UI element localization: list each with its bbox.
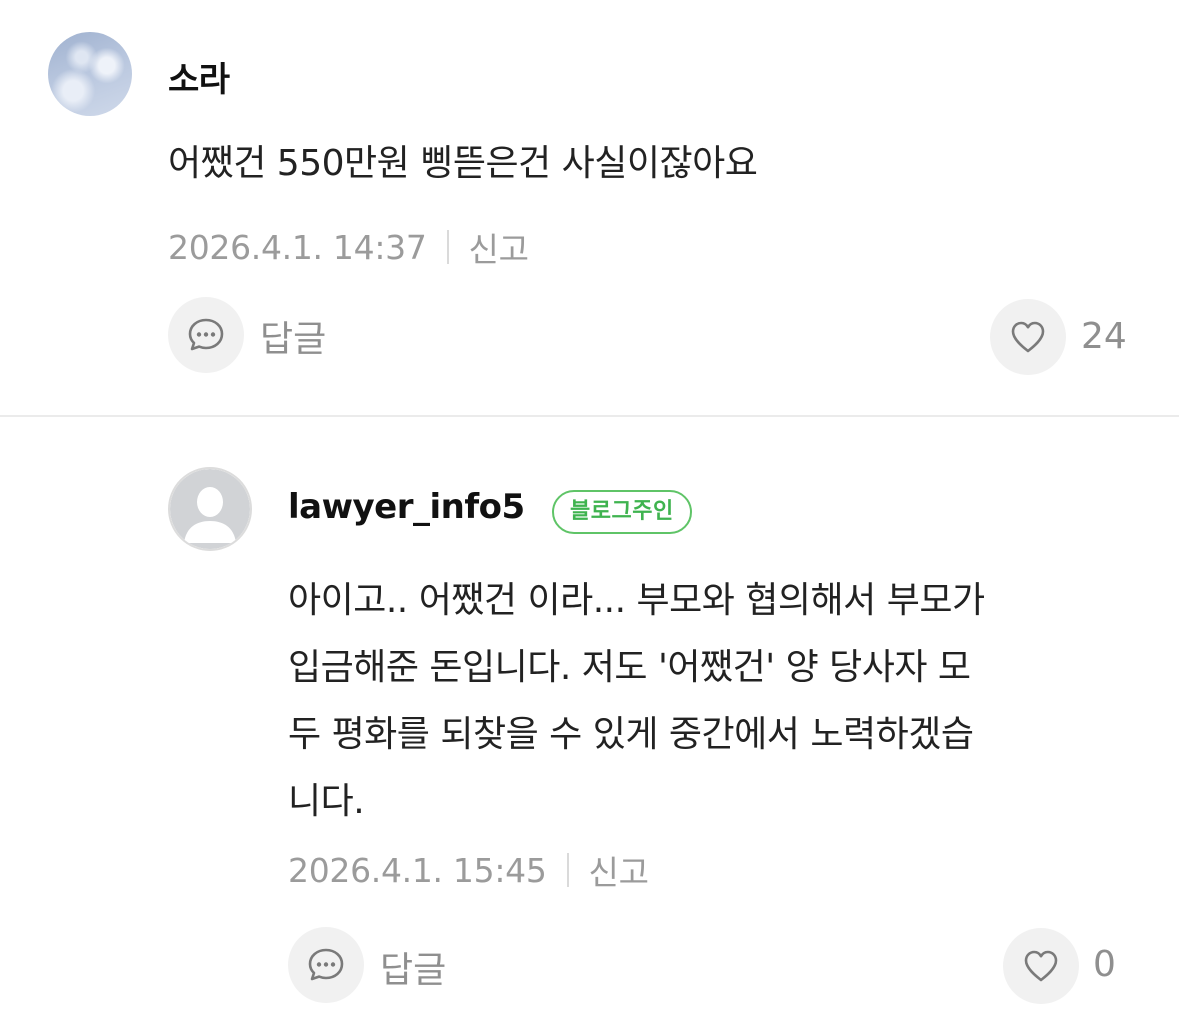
like-count: 0 [1093,944,1116,985]
meta-divider [446,230,449,264]
comment-list: 소라 어쨌건 550만원 삥뜯은건 사실이잖아요 2026.4.1. 14:37… [0,0,1179,1019]
like-count: 24 [1081,316,1127,357]
reply-button[interactable] [288,927,364,1003]
report-link[interactable]: 신고 [469,223,529,271]
heart-icon [1011,321,1045,353]
comment-text-line: 어쨌건 550만원 삥뜯은건 사실이잖아요 [168,143,758,184]
comment-text: 어쨌건 550만원 삥뜯은건 사실이잖아요 [168,130,758,197]
comment-timestamp: 2026.4.1. 15:45 [288,850,547,890]
comment-nickname[interactable]: lawyer_info5 [288,487,525,527]
heart-icon [1024,950,1058,982]
comment-text: 아이고.. 어쨌건 이라... 부모와 협의해서 부모가 입금해준 돈입니다. … [288,567,985,835]
reply-item: lawyer_info5 블로그주인 아이고.. 어쨌건 이라... 부모와 협… [0,417,1179,1019]
meta-divider [566,853,569,887]
default-user-icon [170,469,250,549]
comment-nickname[interactable]: 소라 [168,52,230,101]
blog-owner-badge: 블로그주인 [552,490,692,534]
like-button[interactable] [1003,928,1079,1004]
comment-meta: 2026.4.1. 15:45 신고 [288,845,649,895]
like-button[interactable] [990,299,1066,375]
comment-text-line: 아이고.. 어쨌건 이라... 부모와 협의해서 부모가 [288,580,985,621]
report-link[interactable]: 신고 [589,846,649,894]
comment-text-line: 입금해준 돈입니다. 저도 '어쨌건' 양 당사자 모 [288,647,971,688]
avatar[interactable] [168,467,252,551]
reply-label[interactable]: 답글 [260,310,326,362]
comment-timestamp: 2026.4.1. 14:37 [168,227,427,267]
speech-bubble-icon [188,318,224,351]
speech-bubble-icon [308,948,344,981]
comment-item: 소라 어쨌건 550만원 삥뜯은건 사실이잖아요 2026.4.1. 14:37… [0,0,1179,415]
avatar[interactable] [48,32,132,116]
comment-text-line: 니다. [288,781,365,822]
comment-text-line: 두 평화를 되찾을 수 있게 중간에서 노력하겠습 [288,714,974,755]
comment-meta: 2026.4.1. 14:37 신고 [168,222,529,272]
reply-label[interactable]: 답글 [380,941,446,993]
reply-button[interactable] [168,297,244,373]
